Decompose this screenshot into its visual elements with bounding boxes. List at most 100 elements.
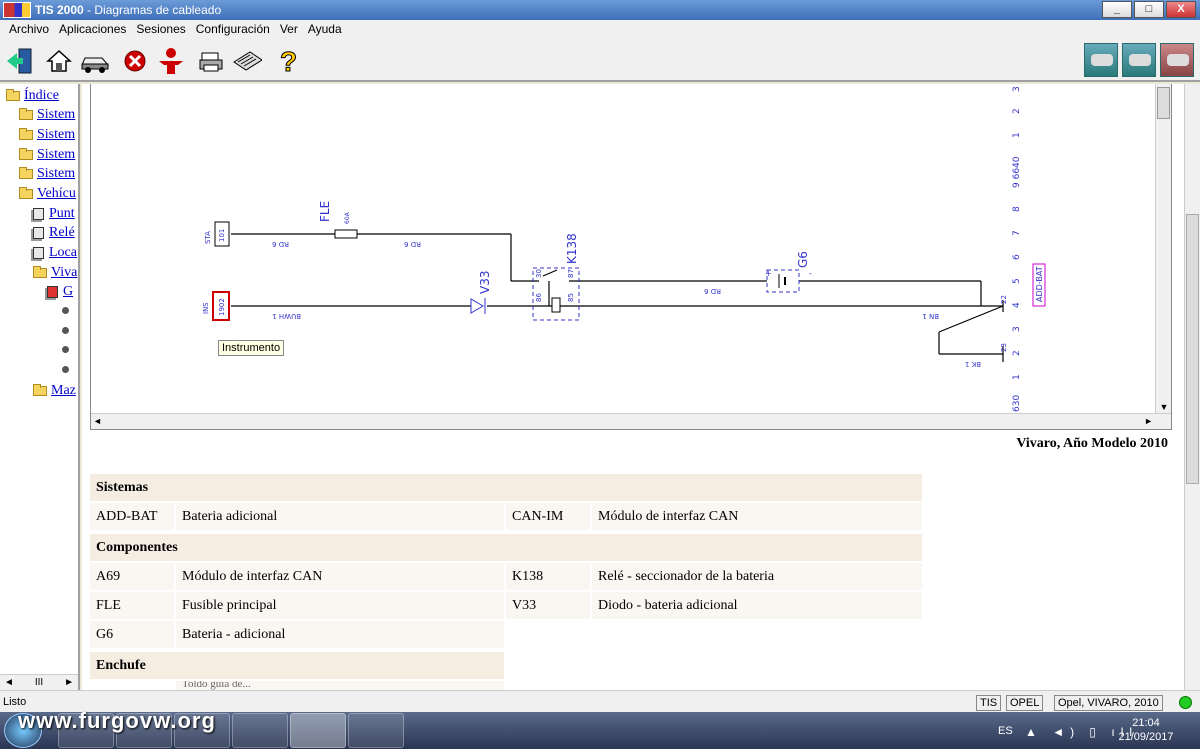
window-title: TIS 2000 - Diagramas de cableado xyxy=(35,3,222,17)
diode-symbol xyxy=(470,298,484,314)
fuse-label: FLE xyxy=(318,201,332,222)
tree-item-vivaro[interactable]: Viva xyxy=(33,264,77,282)
wire-buwh: BUWH 1 xyxy=(272,312,301,320)
tree-item-sistem-2[interactable]: Sistem xyxy=(19,126,75,144)
vehicle-diag-icon[interactable] xyxy=(1084,43,1118,77)
legend-desc: Módulo de interfaz CAN xyxy=(176,563,504,590)
scroll-right-icon[interactable]: ► xyxy=(1144,416,1153,426)
taskbar-tis2000[interactable] xyxy=(290,713,346,748)
clock[interactable]: 21:04 21/09/2017 xyxy=(1116,716,1176,744)
folder-icon xyxy=(19,128,33,140)
taskbar-photos[interactable] xyxy=(232,713,288,748)
help-icon[interactable]: ? xyxy=(274,46,304,76)
tree-item-g[interactable]: G xyxy=(47,283,73,301)
menu-archivo[interactable]: Archivo xyxy=(4,22,54,36)
tree-item-sistem-1[interactable]: Sistem xyxy=(19,106,75,124)
tree-item-vehiculo[interactable]: Vehícu xyxy=(19,185,76,203)
scroll-thumb[interactable] xyxy=(1186,214,1199,484)
tree-item-indice[interactable]: Índice xyxy=(6,87,59,105)
tree-item-label[interactable]: Punt xyxy=(49,206,75,222)
tree-bullet[interactable] xyxy=(62,366,69,373)
legend-desc: Relé - seccionador de la bateria xyxy=(592,563,922,590)
menu-aplicaciones[interactable]: Aplicaciones xyxy=(54,22,131,36)
watermark: www.furgovw.org xyxy=(18,708,216,733)
svg-text:?: ? xyxy=(280,47,297,75)
tree-item-puntos[interactable]: Punt xyxy=(33,205,75,223)
legend-desc: Toldo guía de... xyxy=(176,681,504,690)
tree-item-label[interactable]: Maz xyxy=(51,383,76,399)
pin-22: 22 xyxy=(1000,295,1008,304)
diagram-vertical-scrollbar[interactable]: ▼ xyxy=(1155,84,1171,414)
tree-item-label[interactable]: Relé xyxy=(49,225,75,241)
comp-sta-label: STA xyxy=(204,231,212,244)
page-vertical-scrollbar[interactable] xyxy=(1184,84,1200,690)
relay-pin-86: 86 xyxy=(535,293,543,302)
close-button[interactable]: X xyxy=(1166,1,1196,18)
tree-item-mazos[interactable]: Maz xyxy=(33,382,76,400)
tree-bullet[interactable] xyxy=(62,327,69,334)
maximize-button[interactable]: □ xyxy=(1134,1,1164,18)
menu-configuracion[interactable]: Configuración xyxy=(191,22,275,36)
tree-item-rele[interactable]: Relé xyxy=(33,224,75,242)
ruler-mark: 8 xyxy=(1012,206,1022,212)
ruler-mark: 3 xyxy=(1012,326,1022,332)
exit-icon[interactable] xyxy=(4,46,34,76)
document-icon xyxy=(33,247,44,259)
ruler-mark: 3 xyxy=(1012,86,1022,92)
printer-icon[interactable] xyxy=(196,46,226,76)
tree-item-localizacion[interactable]: Loca xyxy=(33,244,77,262)
tree-item-label[interactable]: Sistem xyxy=(37,107,75,123)
notepad-icon[interactable] xyxy=(232,46,262,76)
diagram-horizontal-scrollbar[interactable]: ◄ ► xyxy=(91,413,1171,429)
vehicle-tech-icon[interactable] xyxy=(1122,43,1156,77)
menu-ver[interactable]: Ver xyxy=(275,22,303,36)
scroll-left-icon[interactable]: ◄ xyxy=(4,677,14,688)
wire-rd6-c: RD 6 xyxy=(704,287,721,295)
scroll-down-icon[interactable]: ▼ xyxy=(1156,400,1172,414)
tree-item-label[interactable]: Índice xyxy=(24,88,59,104)
person-icon[interactable] xyxy=(156,46,186,76)
home-icon[interactable] xyxy=(44,46,74,76)
scroll-thumb[interactable]: III xyxy=(35,677,43,688)
document-icon xyxy=(33,208,44,220)
battery-g6 xyxy=(766,269,800,293)
tree-item-sistem-4[interactable]: Sistem xyxy=(19,165,75,183)
tree-item-label[interactable]: Sistem xyxy=(37,127,75,143)
status-tis: TIS xyxy=(976,695,1002,711)
menu-sesiones[interactable]: Sesiones xyxy=(131,22,190,36)
car-icon[interactable] xyxy=(80,46,110,76)
scroll-thumb[interactable] xyxy=(1157,87,1170,119)
tree-bullet[interactable] xyxy=(62,346,69,353)
wiring-diagram[interactable]: STA 101 INS 1902 FLE 60A RD 6 RD 6 RD 6 … xyxy=(90,84,1172,430)
stop-icon[interactable] xyxy=(120,46,150,76)
ruler-mark: 7 xyxy=(1012,230,1022,236)
wire-rd6-a: RD 6 xyxy=(272,240,289,248)
fuse-symbol xyxy=(334,229,358,239)
legend-desc: Módulo de interfaz CAN xyxy=(592,503,922,530)
vehicle-comm-icon[interactable] xyxy=(1160,43,1194,77)
tree-item-label[interactable]: G xyxy=(63,284,73,300)
relay-pin-87: 87 xyxy=(567,269,575,278)
tree-item-label[interactable]: Sistem xyxy=(37,147,75,163)
sidebar-horizontal-scrollbar[interactable]: ◄ III ► xyxy=(0,674,78,690)
wire-bk1: BK 1 xyxy=(965,360,981,368)
menu-ayuda[interactable]: Ayuda xyxy=(303,22,347,36)
minimize-button[interactable]: _ xyxy=(1102,1,1132,18)
scroll-left-icon[interactable]: ◄ xyxy=(93,416,102,426)
tree-bullet[interactable] xyxy=(62,307,69,314)
scroll-right-icon[interactable]: ► xyxy=(64,677,74,688)
taskbar-paint[interactable] xyxy=(348,713,404,748)
diode-label: V33 xyxy=(478,271,492,294)
legend-desc: Bateria adicional xyxy=(176,503,504,530)
tree-item-label[interactable]: Loca xyxy=(49,245,77,261)
tree-item-label[interactable]: Viva xyxy=(51,265,77,281)
tree-item-label[interactable]: Sistem xyxy=(37,166,75,182)
clock-date: 21/09/2017 xyxy=(1118,731,1174,743)
tree-item-label[interactable]: Vehícu xyxy=(37,186,76,202)
language-indicator[interactable]: ES xyxy=(998,725,1013,737)
tree-item-sistem-3[interactable]: Sistem xyxy=(19,146,75,164)
menu-bar: Archivo Aplicaciones Sesiones Configurac… xyxy=(0,20,1200,38)
comp-ins-label: INS xyxy=(202,302,210,314)
legend-desc: Diodo - bateria adicional xyxy=(592,592,922,619)
document-red-icon xyxy=(47,286,58,298)
